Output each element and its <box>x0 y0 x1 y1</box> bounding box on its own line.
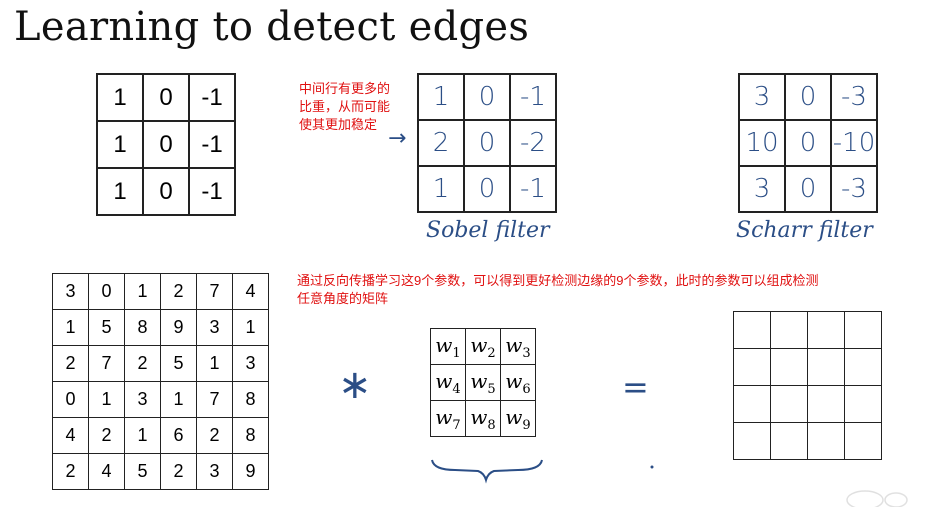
dot-mark <box>650 465 654 469</box>
annotation-layer <box>431 459 908 507</box>
watermark-icon <box>846 490 908 507</box>
brace-icon <box>431 459 543 484</box>
